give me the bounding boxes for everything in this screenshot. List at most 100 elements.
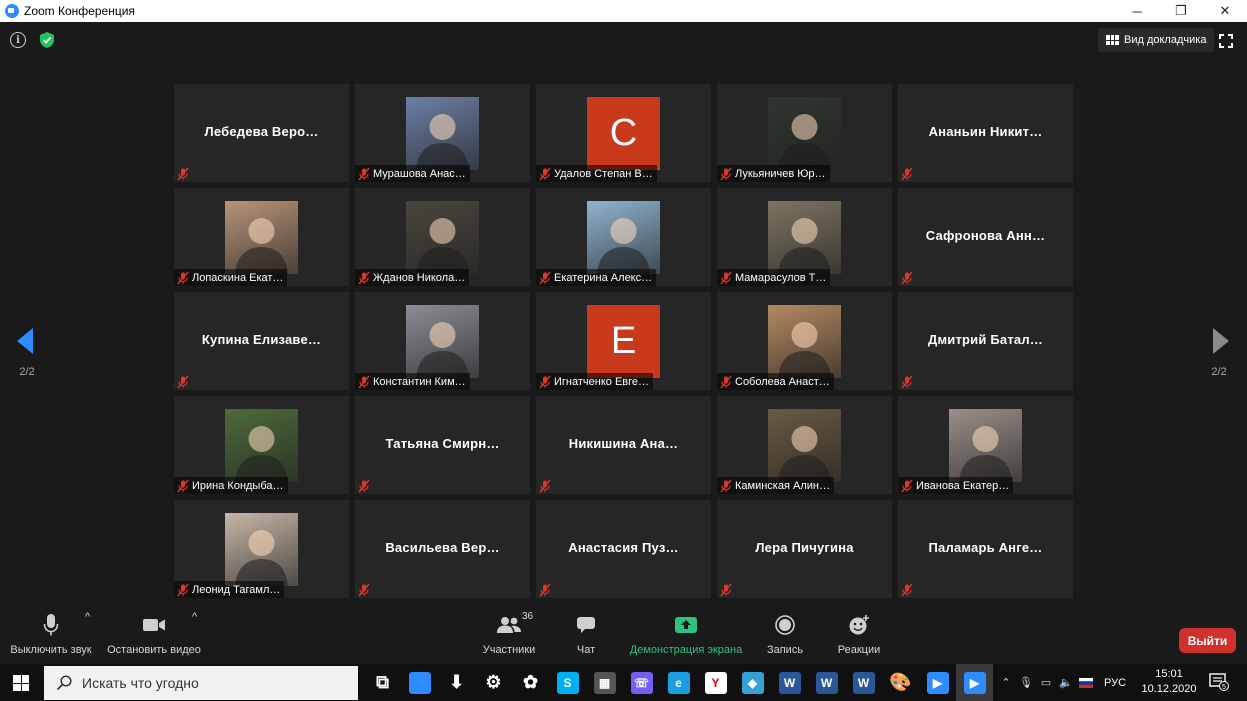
mic-muted-icon [358, 167, 370, 180]
participant-tile[interactable]: Каминская Алин… [717, 396, 892, 494]
tray-network-icon[interactable]: ▭ [1036, 676, 1056, 689]
taskbar-app-glyph: ▶ [963, 671, 986, 694]
participant-tile[interactable]: Иванова Екатер… [898, 396, 1073, 494]
participant-label: Лукьяничев Юр… [735, 167, 826, 180]
avatar [768, 201, 841, 274]
chat-button[interactable]: Чат [568, 611, 604, 664]
participant-tile[interactable]: Ананьин Никит… [898, 84, 1073, 182]
participant-tile[interactable]: Е Игнатченко Евге… [536, 292, 711, 390]
speaker-view-button[interactable]: Вид докладчика [1098, 28, 1215, 52]
paint-app-icon[interactable]: ◆ [734, 664, 771, 701]
zoom-taskbar-icon[interactable]: ▶ [919, 664, 956, 701]
participant-tile[interactable]: Лебедева Веро… [174, 84, 349, 182]
participant-status: Иванова Екатер… [898, 477, 1014, 494]
restore-button[interactable]: ❐ [1159, 0, 1203, 22]
download-icon[interactable]: ⬇ [438, 664, 475, 701]
tray-expand-chevron-icon[interactable]: ⌃ [996, 676, 1016, 689]
participants-count: 36 [522, 611, 534, 622]
mute-button[interactable]: Выключить звук [8, 611, 94, 664]
word-icon-3[interactable]: W [845, 664, 882, 701]
microphone-icon [43, 614, 59, 636]
stop-video-button[interactable]: Остановить видео [107, 611, 201, 664]
tray-language-indicator[interactable]: РУС [1104, 677, 1126, 689]
tray-microphone-icon[interactable]: 🎙 [1016, 676, 1036, 689]
desktop-app-icon[interactable] [401, 664, 438, 701]
mic-muted-icon [901, 479, 913, 492]
mic-muted-icon [358, 479, 370, 492]
participant-tile[interactable]: Жданов Никола… [355, 188, 530, 286]
notifications-icon[interactable]: 5 [1209, 673, 1229, 691]
participant-tile[interactable]: Анастасия Пуз… [536, 500, 711, 598]
close-button[interactable]: ✕ [1203, 0, 1247, 22]
meeting-info-icon[interactable]: i [10, 32, 26, 48]
taskbar-search-input[interactable] [82, 675, 332, 691]
participant-name: Татьяна Смирн… [385, 436, 500, 451]
taskbar-search[interactable] [44, 666, 358, 700]
participant-tile[interactable]: Сафронова Анн… [898, 188, 1073, 286]
participant-status [898, 581, 918, 598]
tray-volume-icon[interactable]: 🔈 [1056, 676, 1076, 689]
encryption-shield-icon[interactable] [39, 31, 55, 49]
prev-page-button[interactable]: 2/2 [14, 328, 40, 378]
participant-tile[interactable]: Мамарасулов Т… [717, 188, 892, 286]
yandex-browser-icon[interactable]: Y [697, 664, 734, 701]
mic-muted-icon [177, 375, 189, 388]
participant-tile[interactable]: Татьяна Смирн… [355, 396, 530, 494]
zoom-active-icon[interactable]: ▶ [956, 664, 993, 701]
participant-tile[interactable]: Соболева Анаст… [717, 292, 892, 390]
participant-tile[interactable]: Мурашова Анас… [355, 84, 530, 182]
share-screen-button[interactable]: Демонстрация экрана [627, 611, 745, 664]
task-view-icon[interactable]: ⧉ [364, 664, 401, 701]
participant-name: Паламарь Анге… [928, 540, 1043, 555]
edge-icon[interactable]: e [660, 664, 697, 701]
tray-russian-flag-icon[interactable] [1076, 677, 1096, 689]
windows-start-icon[interactable] [13, 675, 29, 691]
avatar [587, 201, 660, 274]
participant-tile[interactable]: Васильева Вер… [355, 500, 530, 598]
participant-status: Мурашова Анас… [355, 165, 470, 182]
word-icon-1[interactable]: W [771, 664, 808, 701]
participant-tile[interactable]: Лукьяничев Юр… [717, 84, 892, 182]
clover-app-icon[interactable]: ✿ [512, 664, 549, 701]
record-button[interactable]: Запись [763, 611, 807, 664]
mic-muted-icon [358, 583, 370, 596]
participant-tile[interactable]: Никишина Ана… [536, 396, 711, 494]
participant-label: Константин Ким… [373, 375, 466, 388]
skype-icon[interactable]: S [549, 664, 586, 701]
reactions-button[interactable]: Реакции [835, 611, 883, 664]
participant-label: Каминская Алин… [735, 479, 830, 492]
mic-muted-icon [539, 375, 551, 388]
participant-status [174, 373, 194, 390]
taskbar-app-glyph: ⧉ [376, 672, 389, 692]
leave-meeting-button[interactable]: Выйти [1179, 628, 1236, 653]
participant-tile[interactable]: Леонид Тагамл… [174, 500, 349, 598]
audio-options-chevron-icon[interactable]: ^ [85, 611, 90, 664]
mic-muted-icon [901, 167, 913, 180]
participant-status [355, 477, 375, 494]
avatar [225, 409, 298, 482]
settings-gear-icon[interactable]: ⚙ [475, 664, 512, 701]
participant-tile[interactable]: Константин Ким… [355, 292, 530, 390]
taskbar-clock[interactable]: 15:01 10.12.2020 [1141, 667, 1197, 697]
participant-tile[interactable]: Екатерина Алекс… [536, 188, 711, 286]
video-options-chevron-icon[interactable]: ^ [192, 611, 197, 664]
minimize-button[interactable]: ─ [1115, 0, 1159, 22]
word-icon-2[interactable]: W [808, 664, 845, 701]
participant-status [898, 373, 918, 390]
participant-tile[interactable]: Купина Елизаве… [174, 292, 349, 390]
fullscreen-icon[interactable] [1219, 34, 1233, 48]
viber-icon[interactable]: ☏ [623, 664, 660, 701]
next-page-button[interactable]: 2/2 [1206, 328, 1232, 378]
calculator-icon[interactable]: ▦ [586, 664, 623, 701]
participant-status [536, 581, 556, 598]
participant-tile[interactable]: Паламарь Анге… [898, 500, 1073, 598]
participant-tile[interactable]: Ирина Кондыба… [174, 396, 349, 494]
participant-tile[interactable]: Лопаскина Екат… [174, 188, 349, 286]
participant-tile[interactable]: Лера Пичугина [717, 500, 892, 598]
paint-palette-icon[interactable]: 🎨 [882, 664, 919, 701]
participant-tile[interactable]: Дмитрий Батал… [898, 292, 1073, 390]
participant-tile[interactable]: С Удалов Степан В… [536, 84, 711, 182]
zoom-app-icon [5, 4, 19, 18]
prev-page-indicator: 2/2 [19, 366, 35, 378]
taskbar-app-glyph: W [778, 671, 801, 694]
